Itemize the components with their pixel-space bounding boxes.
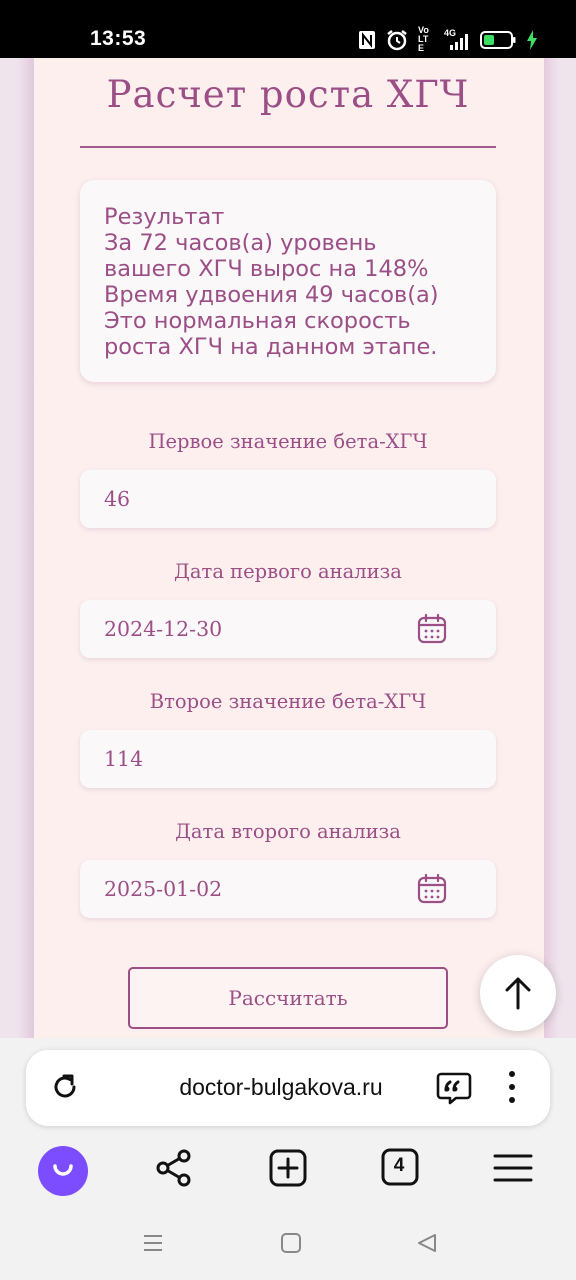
first-value-label: Первое значение бета-ХГЧ <box>148 430 428 453</box>
system-navigation-bar <box>0 1212 576 1280</box>
arrow-up-icon <box>505 977 531 1010</box>
share-button[interactable] <box>154 1148 194 1188</box>
menu-button[interactable] <box>493 1148 533 1188</box>
address-bar[interactable]: doctor-bulgakova.ru <box>26 1050 550 1126</box>
page-title: Расчет роста ХГЧ <box>106 73 470 116</box>
calculate-button[interactable]: Рассчитать <box>128 967 448 1029</box>
scroll-to-top-button[interactable] <box>480 955 556 1031</box>
second-value-label: Второе значение бета-ХГЧ <box>149 690 427 713</box>
result-line: За 72 часов(а) уровень <box>104 230 377 256</box>
second-date-input[interactable]: 2025-01-02 <box>80 860 496 918</box>
alice-icon <box>53 1164 73 1176</box>
calendar-icon[interactable] <box>416 613 448 645</box>
nfc-icon <box>359 30 375 49</box>
alarm-icon <box>387 29 407 50</box>
new-tab-button[interactable] <box>268 1148 308 1188</box>
first-date-text: 2024-12-30 <box>104 617 223 641</box>
second-value-input[interactable]: 114 <box>80 730 496 788</box>
result-line: роста ХГЧ на данном этапе. <box>104 334 438 360</box>
first-value-text: 46 <box>104 487 131 511</box>
first-date-label: Дата первого анализа <box>174 560 402 583</box>
second-value-text: 114 <box>104 747 144 771</box>
web-page: Расчет роста ХГЧ Результат За 72 часов(а… <box>0 58 576 1038</box>
result-heading: Результат <box>104 204 225 230</box>
calendar-icon[interactable] <box>416 873 448 905</box>
result-box: Результат За 72 часов(а) уровень вашего … <box>80 180 496 382</box>
quote-icon[interactable] <box>436 1070 472 1106</box>
signal-4g-icon: 4G <box>444 28 470 50</box>
share-icon <box>156 1149 191 1187</box>
status-icons: Vo LTE 4G <box>358 26 538 53</box>
result-line: Это нормальная скорость <box>104 308 411 334</box>
first-date-input[interactable]: 2024-12-30 <box>80 600 496 658</box>
charging-icon <box>527 29 537 50</box>
status-time: 13:53 <box>90 27 147 50</box>
first-value-input[interactable]: 46 <box>80 470 496 528</box>
result-line: Время удвоения 49 часов(а) <box>104 282 439 308</box>
second-date-text: 2025-01-02 <box>104 877 223 901</box>
title-divider <box>80 146 496 148</box>
back-icon[interactable] <box>416 1232 438 1254</box>
tabs-count: 4 <box>393 1155 405 1176</box>
plus-square-icon <box>269 1149 307 1187</box>
status-bar: 13:53 Vo LTE 4G <box>0 0 576 58</box>
alice-assistant-button[interactable] <box>38 1146 88 1196</box>
home-icon[interactable] <box>280 1232 302 1254</box>
tabs-button[interactable]: 4 <box>381 1148 419 1186</box>
browser-toolbar: 4 <box>0 1140 576 1210</box>
result-line: вашего ХГЧ вырос на 148% <box>104 256 429 282</box>
second-date-label: Дата второго анализа <box>175 820 401 843</box>
volte-icon: Vo LTE <box>418 25 429 53</box>
battery-icon <box>480 30 516 49</box>
hamburger-icon <box>493 1154 533 1182</box>
recent-apps-icon[interactable] <box>142 1232 164 1254</box>
more-options-icon[interactable] <box>502 1068 522 1108</box>
